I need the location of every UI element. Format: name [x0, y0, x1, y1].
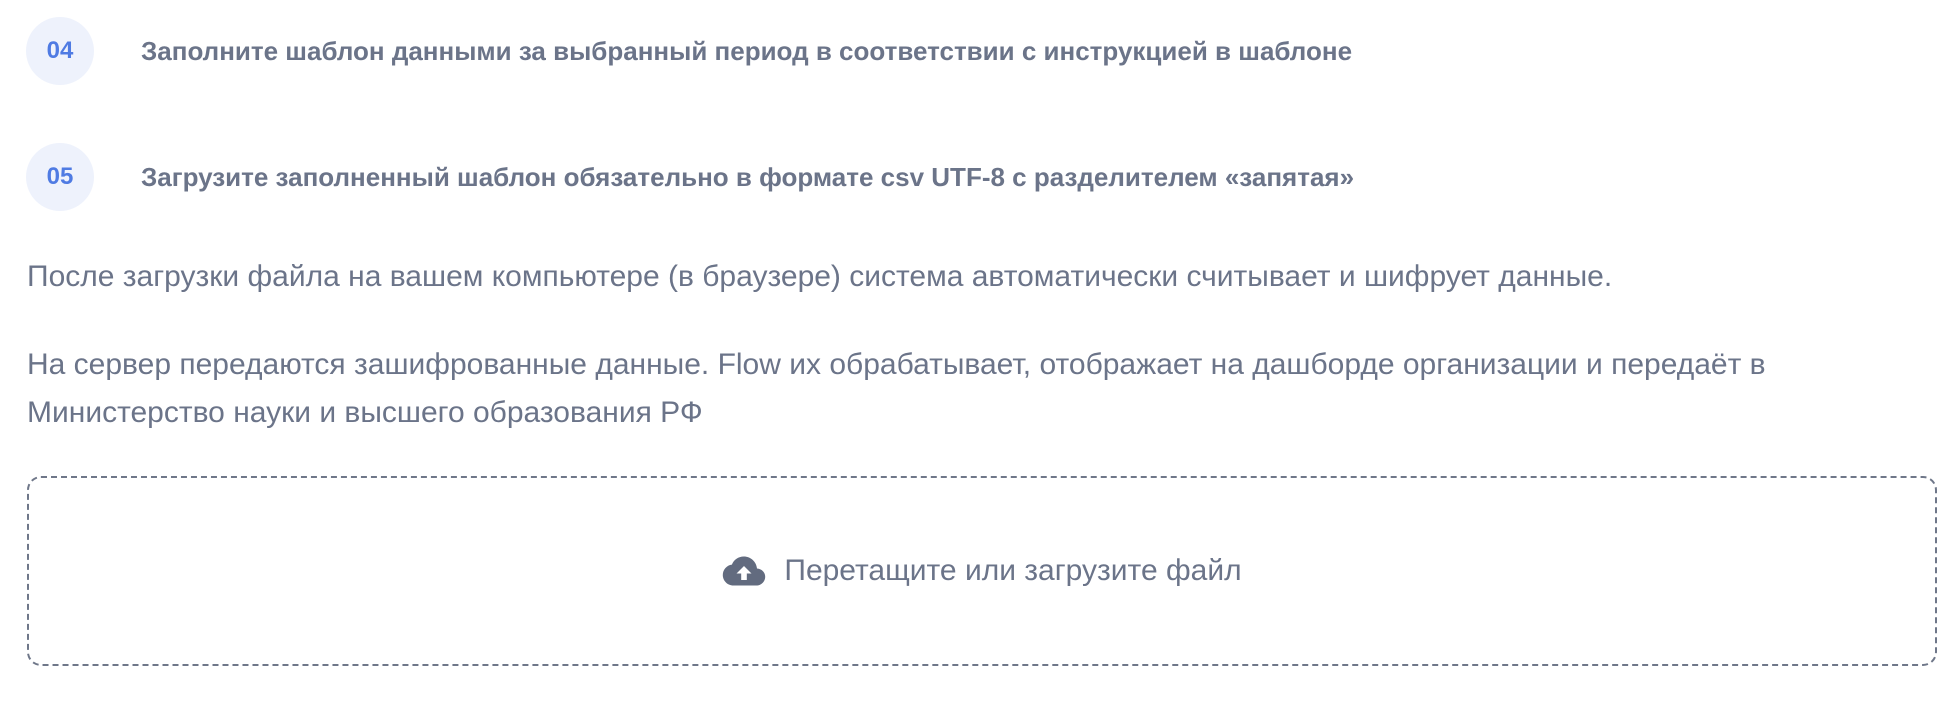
step-number-badge: 04: [26, 17, 94, 85]
file-dropzone[interactable]: Перетащите или загрузите файл: [27, 476, 1937, 666]
step-text: Заполните шаблон данными за выбранный пе…: [141, 35, 1353, 66]
cloud-upload-icon: [723, 556, 766, 586]
dropzone-content[interactable]: Перетащите или загрузите файл: [722, 554, 1242, 588]
info-paragraph-encryption: После загрузки файла на вашем компьютере…: [27, 260, 1613, 293]
step-05: 05 Загрузите заполненный шаблон обязател…: [26, 143, 1354, 211]
step-number-badge: 05: [26, 143, 94, 211]
step-04: 04 Заполните шаблон данными за выбранный…: [26, 17, 1352, 85]
dropzone-label: Перетащите или загрузите файл: [784, 554, 1242, 587]
step-text: Загрузите заполненный шаблон обязательно…: [141, 161, 1355, 192]
info-paragraph-server: На сервер передаются зашифрованные данны…: [27, 348, 1766, 429]
